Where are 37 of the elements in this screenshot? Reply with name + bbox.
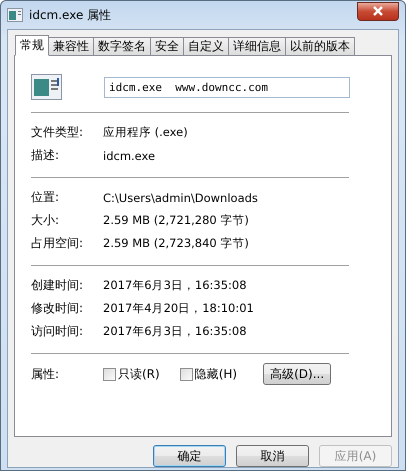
file-name-field[interactable]: idcm.exe www.downcc.com bbox=[104, 76, 350, 98]
property-label: 位置: bbox=[31, 189, 60, 206]
property-label: 文件类型: bbox=[31, 124, 84, 141]
dialog-button[interactable]: 确定 bbox=[153, 445, 226, 467]
property-value: 2017年4月20日，18:10:01 bbox=[103, 301, 254, 316]
checkbox[interactable] bbox=[103, 368, 116, 380]
tab[interactable]: 数字签名 bbox=[93, 37, 151, 55]
property-value: 应用程序 (.exe) bbox=[103, 125, 188, 140]
property-label: 访问时间: bbox=[31, 323, 84, 340]
dialog-button[interactable]: 取消 bbox=[236, 445, 309, 467]
property-label: 大小: bbox=[31, 212, 60, 229]
tab[interactable]: 常规 bbox=[15, 35, 49, 56]
property-value: C:\Users\admin\Downloads bbox=[103, 190, 258, 204]
checkbox[interactable] bbox=[180, 368, 193, 380]
application-icon bbox=[31, 74, 62, 100]
property-label: 修改时间: bbox=[31, 300, 84, 317]
close-button[interactable] bbox=[357, 2, 399, 20]
close-icon bbox=[372, 6, 384, 16]
property-value: 2017年6月3日，16:35:08 bbox=[103, 324, 247, 339]
property-value: idcm.exe bbox=[103, 148, 156, 162]
property-label: 创建时间: bbox=[31, 277, 84, 294]
tab[interactable]: 自定义 bbox=[183, 37, 229, 55]
window-title: idcm.exe 属性 bbox=[29, 6, 112, 24]
property-label: 属性: bbox=[31, 366, 60, 382]
property-value: 2.59 MB (2,721,280 字节) bbox=[103, 213, 249, 228]
property-label: 占用空间: bbox=[31, 235, 84, 252]
tab[interactable]: 以前的版本 bbox=[285, 37, 355, 55]
tab[interactable]: 安全 bbox=[150, 37, 184, 55]
property-label: 描述: bbox=[31, 147, 60, 164]
checkbox-label: 隐藏(H) bbox=[194, 366, 238, 382]
window-icon bbox=[7, 8, 23, 22]
tab[interactable]: 兼容性 bbox=[48, 37, 94, 55]
tab[interactable]: 详细信息 bbox=[228, 37, 286, 55]
checkbox-label: 只读(R) bbox=[118, 366, 160, 382]
property-value: 2.59 MB (2,723,840 字节) bbox=[103, 236, 249, 251]
property-value: 2017年6月3日，16:35:08 bbox=[103, 278, 247, 293]
advanced-button[interactable]: 高级(D)... bbox=[263, 363, 332, 385]
